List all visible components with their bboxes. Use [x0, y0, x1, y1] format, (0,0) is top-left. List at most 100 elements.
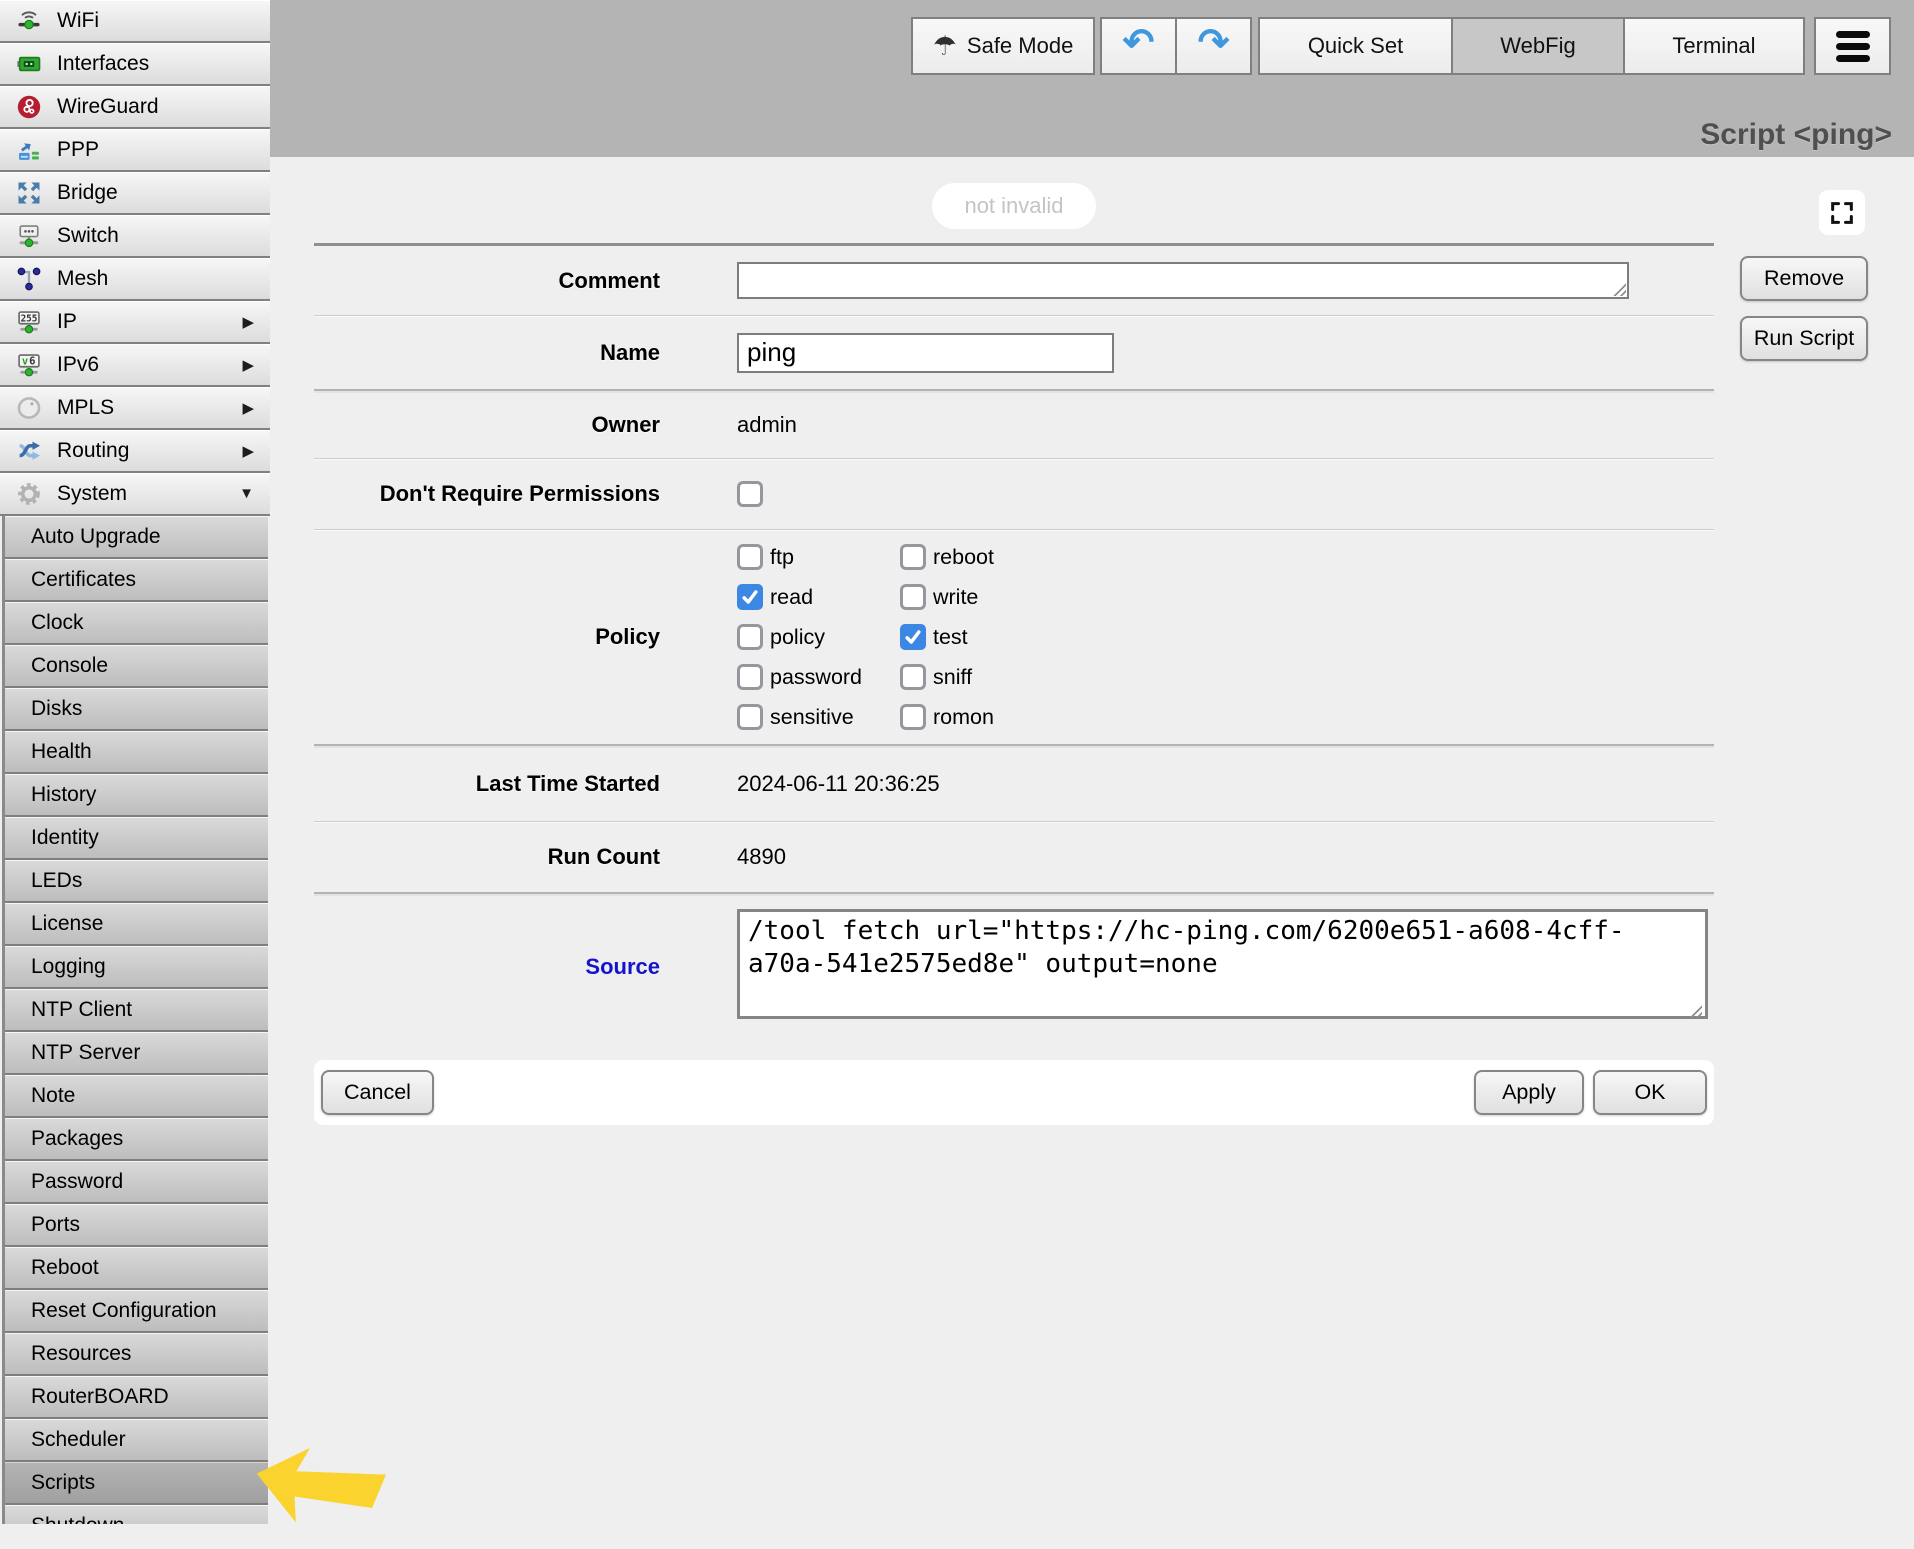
sidebar-item-resources[interactable]: Resources: [5, 1333, 268, 1376]
policy-option-label: policy: [770, 625, 825, 650]
sidebar-item-system[interactable]: System▼: [0, 473, 270, 516]
sidebar-item-routing[interactable]: Routing▶: [0, 430, 270, 473]
sidebar-item-interfaces[interactable]: Interfaces: [0, 43, 270, 86]
policy-checkbox-grid: ftpreadpolicypasswordsensitiverebootwrit…: [737, 537, 994, 737]
apply-button[interactable]: Apply: [1474, 1070, 1584, 1115]
sidebar-item-note[interactable]: Note: [5, 1075, 268, 1118]
tab-terminal[interactable]: Terminal: [1623, 17, 1805, 75]
policy-checkbox-write[interactable]: [900, 584, 926, 610]
name-input[interactable]: [737, 333, 1114, 373]
sidebar-item-ntp-client[interactable]: NTP Client: [5, 989, 268, 1032]
sidebar-item-label: System: [57, 482, 127, 506]
policy-option-password: password: [737, 664, 900, 690]
svg-text:255: 255: [21, 313, 38, 324]
dont-require-permissions-checkbox[interactable]: [737, 481, 763, 507]
run-script-button[interactable]: Run Script: [1740, 316, 1868, 361]
sidebar-item-password[interactable]: Password: [5, 1161, 268, 1204]
policy-option-sniff: sniff: [900, 664, 994, 690]
fullscreen-button[interactable]: [1819, 190, 1865, 235]
comment-input[interactable]: [737, 262, 1629, 299]
sidebar-item-console[interactable]: Console: [5, 645, 268, 688]
sidebar-item-bridge[interactable]: Bridge: [0, 172, 270, 215]
policy-checkbox-reboot[interactable]: [900, 544, 926, 570]
policy-option-ftp: ftp: [737, 544, 900, 570]
run-count-label: Run Count: [314, 844, 660, 870]
sidebar-item-label: WiFi: [57, 9, 99, 33]
safe-mode-button[interactable]: ☂ Safe Mode: [911, 17, 1095, 75]
tab-quick-set[interactable]: Quick Set: [1258, 17, 1453, 75]
dont-require-permissions-label: Don't Require Permissions: [314, 481, 660, 507]
policy-checkbox-read[interactable]: [737, 584, 763, 610]
sidebar-item-label: WireGuard: [57, 95, 159, 119]
sidebar-item-disks[interactable]: Disks: [5, 688, 268, 731]
sidebar-item-mesh[interactable]: Mesh: [0, 258, 270, 301]
safe-mode-label: Safe Mode: [967, 33, 1073, 59]
sidebar-item-wifi[interactable]: WiFi: [0, 0, 270, 43]
actions-bar: Cancel Apply OK: [314, 1060, 1714, 1125]
interfaces-icon: [14, 50, 44, 78]
comment-label: Comment: [314, 268, 660, 294]
remove-button[interactable]: Remove: [1740, 256, 1868, 301]
status-badge: not invalid: [932, 183, 1095, 229]
sidebar-item-reset-configuration[interactable]: Reset Configuration: [5, 1290, 268, 1333]
routing-icon: [14, 437, 44, 465]
sidebar-item-label: Bridge: [57, 181, 118, 205]
sidebar-item-mpls[interactable]: MPLS▶: [0, 387, 270, 430]
quick-set-label: Quick Set: [1308, 33, 1403, 59]
highlight-arrow-annotation: [243, 1428, 391, 1549]
sidebar-item-packages[interactable]: Packages: [5, 1118, 268, 1161]
chevron-right-icon: ▶: [242, 399, 254, 417]
sidebar-main-menu: WiFi Interfaces WireGuard PPP Bridge SwitchMe…: [0, 0, 270, 516]
policy-checkbox-sniff[interactable]: [900, 664, 926, 690]
sidebar-item-logging[interactable]: Logging: [5, 946, 268, 989]
sidebar-item-shutdown[interactable]: Shutdown: [5, 1505, 268, 1524]
sidebar-item-clock[interactable]: Clock: [5, 602, 268, 645]
sidebar-item-label: IP: [57, 310, 77, 334]
chevron-right-icon: ▶: [242, 313, 254, 331]
system-icon: [14, 480, 44, 508]
sidebar-item-ip[interactable]: 255 IP ▶: [0, 301, 270, 344]
terminal-label: Terminal: [1672, 33, 1755, 59]
sidebar-item-switch[interactable]: Switch: [0, 215, 270, 258]
policy-checkbox-policy[interactable]: [737, 624, 763, 650]
owner-value: admin: [737, 412, 797, 438]
sidebar-item-ipv6[interactable]: v6IPv6▶: [0, 344, 270, 387]
sidebar-item-certificates[interactable]: Certificates: [5, 559, 268, 602]
mpls-icon: [14, 394, 44, 422]
owner-row: Owner admin: [314, 391, 1714, 458]
cancel-button[interactable]: Cancel: [321, 1070, 434, 1115]
wifi-icon: [14, 7, 44, 35]
dont-require-permissions-row: Don't Require Permissions: [314, 459, 1714, 529]
policy-checkbox-password[interactable]: [737, 664, 763, 690]
sidebar-item-auto-upgrade[interactable]: Auto Upgrade: [5, 516, 268, 559]
sidebar-item-ntp-server[interactable]: NTP Server: [5, 1032, 268, 1075]
sidebar-item-identity[interactable]: Identity: [5, 817, 268, 860]
sidebar-item-leds[interactable]: LEDs: [5, 860, 268, 903]
hamburger-menu-button[interactable]: [1814, 17, 1891, 75]
ppp-icon: [14, 136, 44, 164]
policy-option-test: test: [900, 624, 994, 650]
sidebar-item-reboot[interactable]: Reboot: [5, 1247, 268, 1290]
tab-webfig[interactable]: WebFig: [1451, 17, 1625, 75]
sidebar-item-routerboard[interactable]: RouterBOARD: [5, 1376, 268, 1419]
policy-checkbox-romon[interactable]: [900, 704, 926, 730]
policy-checkbox-sensitive[interactable]: [737, 704, 763, 730]
sidebar-item-scripts[interactable]: Scripts: [5, 1462, 268, 1505]
sidebar-item-license[interactable]: License: [5, 903, 268, 946]
sidebar-item-ppp[interactable]: PPP: [0, 129, 270, 172]
sidebar-item-wireguard[interactable]: WireGuard: [0, 86, 270, 129]
chevron-right-icon: ▶: [242, 442, 254, 460]
policy-row: Policy ftpreadpolicypasswordsensitivereb…: [314, 530, 1714, 744]
undo-button[interactable]: ↶: [1100, 17, 1177, 75]
policy-checkbox-test[interactable]: [900, 624, 926, 650]
sidebar-item-history[interactable]: History: [5, 774, 268, 817]
sidebar-item-scheduler[interactable]: Scheduler: [5, 1419, 268, 1462]
comment-row: Comment: [314, 246, 1714, 315]
redo-button[interactable]: ↷: [1175, 17, 1252, 75]
policy-checkbox-ftp[interactable]: [737, 544, 763, 570]
ok-button[interactable]: OK: [1593, 1070, 1707, 1115]
sidebar-item-ports[interactable]: Ports: [5, 1204, 268, 1247]
source-textarea[interactable]: /tool fetch url="https://hc-ping.com/620…: [737, 909, 1708, 1019]
policy-option-label: romon: [933, 705, 994, 730]
sidebar-item-health[interactable]: Health: [5, 731, 268, 774]
